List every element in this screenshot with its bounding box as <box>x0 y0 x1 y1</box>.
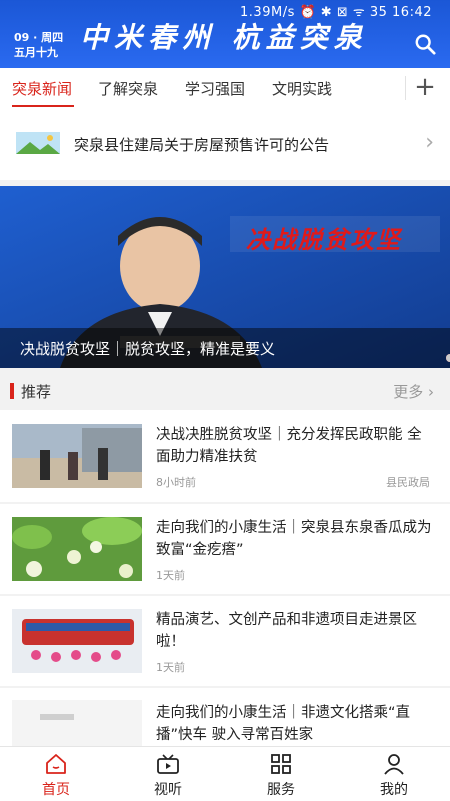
app-logo: 中米春州 杭益突泉 <box>80 21 368 54</box>
nav-profile[interactable]: 我的 <box>338 747 450 801</box>
news-title: 决战决胜脱贫攻坚｜充分发挥民政职能 全面助力精准扶贫 <box>156 427 422 465</box>
nav-label: 我的 <box>380 782 408 798</box>
news-title: 精品演艺、文创产品和非遗项目走进景区啦！ <box>156 612 417 650</box>
more-link[interactable]: 更多 › <box>393 381 434 402</box>
news-thumbnail <box>12 700 142 746</box>
search-icon[interactable] <box>414 33 436 55</box>
news-thumbnail <box>12 424 142 488</box>
nav-label: 服务 <box>267 782 295 798</box>
banner-caption-bar: 决战脱贫攻坚｜脱贫攻坚，精准是要义 <box>0 328 450 368</box>
tab-about[interactable]: 了解突泉 <box>98 78 158 99</box>
nav-home[interactable]: 首页 <box>0 747 112 801</box>
bottom-nav: 首页 视听 服务 我的 <box>0 746 450 801</box>
carousel-dot[interactable] <box>446 354 450 362</box>
chevron-right-icon: › <box>425 130 434 155</box>
tab-study[interactable]: 学习强国 <box>185 78 245 99</box>
image-icon <box>16 132 60 154</box>
news-item[interactable]: 决战决胜脱贫攻坚｜充分发挥民政职能 全面助力精准扶贫 8小时前 县民政局 <box>0 410 450 502</box>
banner-caption: 决战脱贫攻坚｜脱贫攻坚，精准是要义 <box>20 340 276 358</box>
user-icon <box>384 754 404 775</box>
news-title: 走向我们的小康生活｜突泉县东泉香瓜成为致富“金疙瘩” <box>156 520 432 558</box>
news-source: 县民政局 <box>386 476 430 489</box>
nav-label: 首页 <box>42 782 70 798</box>
news-time: 8小时前 <box>156 476 196 489</box>
notice-title: 突泉县住建局关于房屋预售许可的公告 <box>74 136 330 154</box>
news-title: 走向我们的小康生活｜非遗文化搭乘“直播”快车 驶入寻常百姓家 <box>156 705 411 743</box>
nav-service[interactable]: 服务 <box>225 747 337 801</box>
grid-icon <box>271 754 291 774</box>
news-item[interactable]: 走向我们的小康生活｜非遗文化搭乘“直播”快车 驶入寻常百姓家 <box>0 688 450 746</box>
recommend-title: 推荐 <box>21 383 52 401</box>
more-label: 更多 <box>393 383 424 401</box>
news-item[interactable]: 走向我们的小康生活｜突泉县东泉香瓜成为致富“金疙瘩” 1天前 <box>0 504 450 594</box>
add-tab-icon[interactable]: + <box>410 72 440 102</box>
section-marker <box>10 383 14 399</box>
video-icon <box>157 754 179 774</box>
news-thumbnail <box>12 517 142 581</box>
news-item[interactable]: 精品演艺、文创产品和非遗项目走进景区啦！ 1天前 <box>0 596 450 686</box>
tabs-divider <box>405 76 406 100</box>
tab-news[interactable]: 突泉新闻 <box>12 78 72 99</box>
date-lunar: 五月十九 <box>14 46 58 59</box>
news-thumbnail <box>12 609 142 673</box>
recommend-header: 推荐 更多 › <box>0 372 450 410</box>
tab-civilization[interactable]: 文明实践 <box>272 78 332 99</box>
news-time: 1天前 <box>156 569 185 582</box>
category-tabs: 突泉新闻 了解突泉 学习强国 文明实践 + <box>0 68 450 109</box>
news-time: 1天前 <box>156 661 185 674</box>
active-tab-indicator <box>12 105 74 107</box>
app-header: 1.39M/s ⏰ ✱ ⊠ ᯤ 35 16:42 09 · 周四 五月十九 中米… <box>0 0 450 68</box>
notice-item[interactable]: 突泉县住建局关于房屋预售许可的公告 › <box>0 108 450 180</box>
banner-carousel[interactable]: 决战脱贫攻坚 决战脱贫攻坚｜脱贫攻坚，精准是要义 <box>0 186 450 368</box>
home-icon <box>46 754 66 774</box>
date-weekday: 09 · 周四 <box>14 31 64 44</box>
date-display: 09 · 周四 五月十九 <box>14 30 63 60</box>
nav-media[interactable]: 视听 <box>112 747 224 801</box>
banner-slogan: 决战脱贫攻坚 <box>246 225 402 254</box>
nav-label: 视听 <box>154 782 182 798</box>
